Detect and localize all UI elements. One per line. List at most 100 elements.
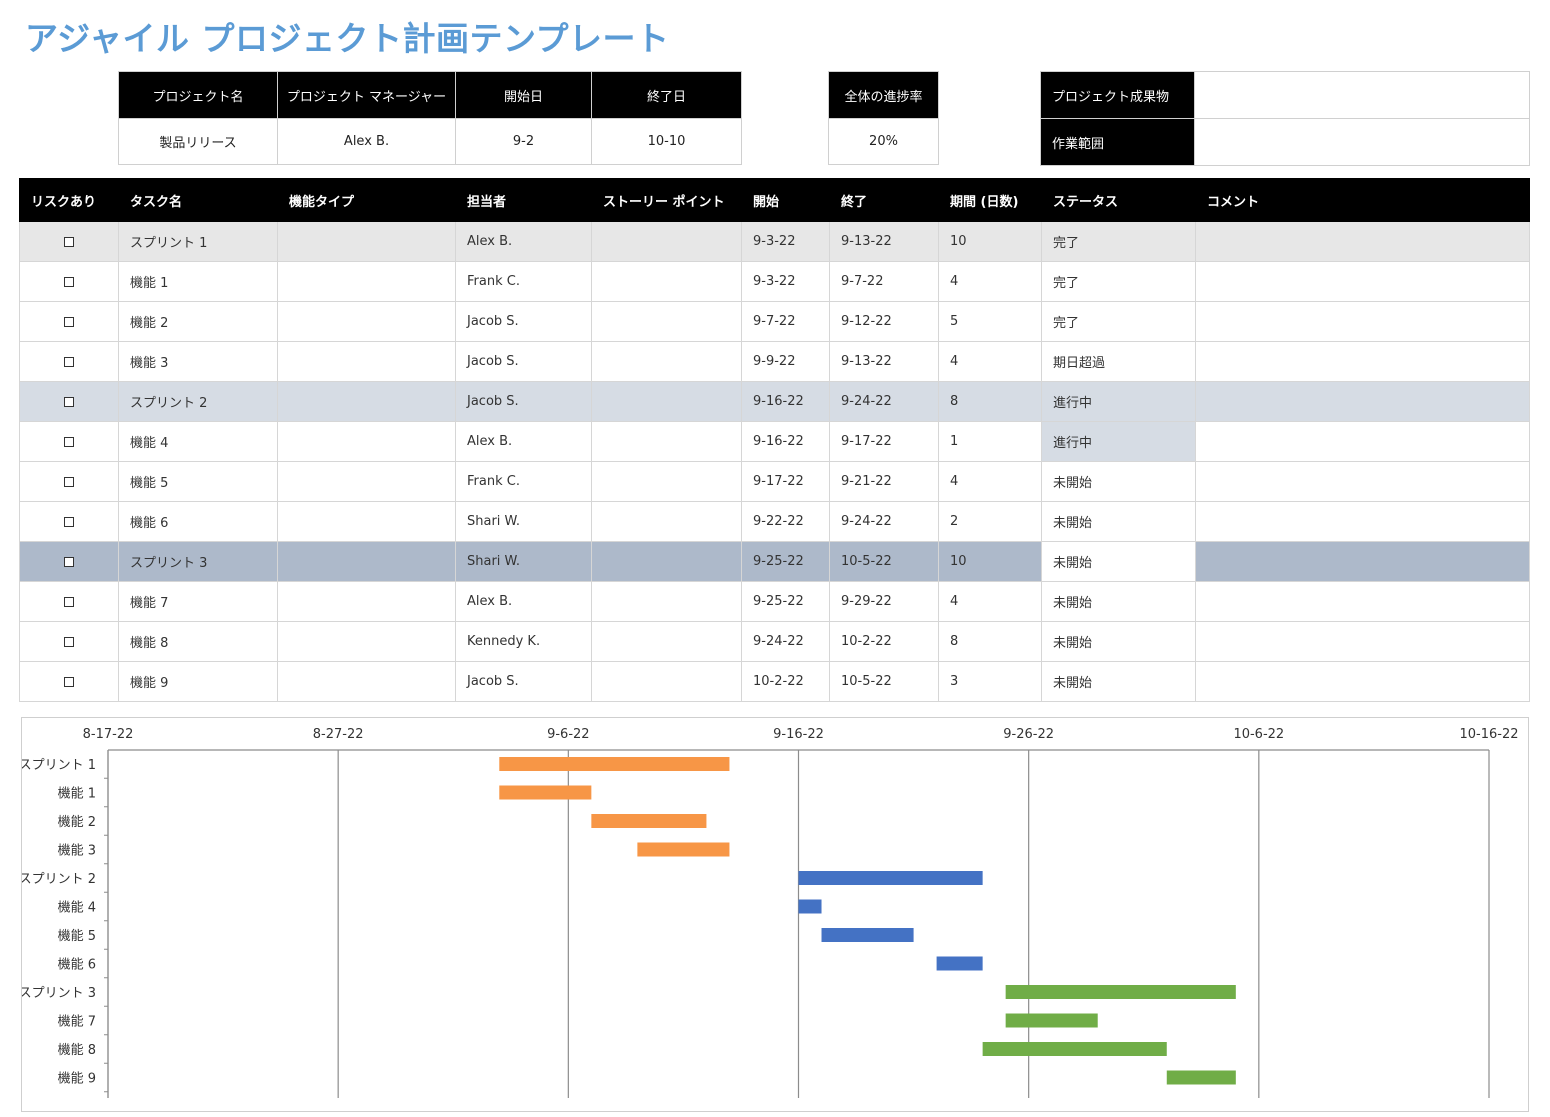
end-cell[interactable]: 9-24-22 [829,381,939,422]
start-cell[interactable]: 9-25-22 [741,581,830,622]
start-date-cell[interactable]: 9-2 [455,118,592,165]
comment-cell[interactable] [1195,421,1530,462]
start-cell[interactable]: 9-22-22 [741,501,830,542]
risk-checkbox[interactable] [64,516,74,527]
end-date-cell[interactable]: 10-10 [591,118,742,165]
risk-checkbox[interactable] [64,676,74,687]
feature-type-cell[interactable] [277,661,456,702]
feature-type-cell[interactable] [277,341,456,382]
end-cell[interactable]: 9-13-22 [829,341,939,382]
story-points-cell[interactable] [591,381,742,422]
risk-checkbox-cell[interactable] [19,461,119,502]
start-cell[interactable]: 9-3-22 [741,261,830,302]
story-points-cell[interactable] [591,661,742,702]
feature-type-cell[interactable] [277,501,456,542]
status-cell[interactable]: 進行中 [1041,421,1196,462]
feature-type-cell[interactable] [277,421,456,462]
owner-cell[interactable]: Frank C. [455,261,592,302]
duration-cell[interactable]: 3 [938,661,1042,702]
comment-cell[interactable] [1195,501,1530,542]
task-name-cell[interactable]: スプリント 2 [118,381,278,422]
story-points-cell[interactable] [591,221,742,262]
feature-type-cell[interactable] [277,301,456,342]
task-name-cell[interactable]: スプリント 1 [118,221,278,262]
deliverables-value-cell[interactable] [1194,71,1530,119]
end-cell[interactable]: 9-29-22 [829,581,939,622]
status-cell[interactable]: 未開始 [1041,621,1196,662]
comment-cell[interactable] [1195,581,1530,622]
story-points-cell[interactable] [591,501,742,542]
risk-checkbox-cell[interactable] [19,221,119,262]
task-name-cell[interactable]: 機能 7 [118,581,278,622]
comment-cell[interactable] [1195,261,1530,302]
duration-cell[interactable]: 5 [938,301,1042,342]
end-cell[interactable]: 9-13-22 [829,221,939,262]
task-name-cell[interactable]: 機能 1 [118,261,278,302]
risk-checkbox-cell[interactable] [19,261,119,302]
risk-checkbox[interactable] [64,596,74,607]
feature-type-cell[interactable] [277,621,456,662]
task-name-cell[interactable]: 機能 3 [118,341,278,382]
status-cell[interactable]: 未開始 [1041,541,1196,582]
comment-cell[interactable] [1195,341,1530,382]
start-cell[interactable]: 9-16-22 [741,421,830,462]
start-cell[interactable]: 9-17-22 [741,461,830,502]
status-cell[interactable]: 完了 [1041,221,1196,262]
owner-cell[interactable]: Frank C. [455,461,592,502]
owner-cell[interactable]: Kennedy K. [455,621,592,662]
comment-cell[interactable] [1195,541,1530,582]
risk-checkbox-cell[interactable] [19,301,119,342]
start-cell[interactable]: 10-2-22 [741,661,830,702]
start-cell[interactable]: 9-25-22 [741,541,830,582]
risk-checkbox-cell[interactable] [19,621,119,662]
start-cell[interactable]: 9-24-22 [741,621,830,662]
feature-type-cell[interactable] [277,541,456,582]
duration-cell[interactable]: 4 [938,581,1042,622]
duration-cell[interactable]: 8 [938,381,1042,422]
risk-checkbox-cell[interactable] [19,661,119,702]
risk-checkbox-cell[interactable] [19,421,119,462]
risk-checkbox-cell[interactable] [19,341,119,382]
risk-checkbox[interactable] [64,476,74,487]
comment-cell[interactable] [1195,381,1530,422]
story-points-cell[interactable] [591,301,742,342]
status-cell[interactable]: 未開始 [1041,581,1196,622]
task-name-cell[interactable]: 機能 4 [118,421,278,462]
status-cell[interactable]: 完了 [1041,261,1196,302]
duration-cell[interactable]: 1 [938,421,1042,462]
owner-cell[interactable]: Shari W. [455,501,592,542]
end-cell[interactable]: 10-2-22 [829,621,939,662]
task-name-cell[interactable]: 機能 2 [118,301,278,342]
end-cell[interactable]: 10-5-22 [829,661,939,702]
status-cell[interactable]: 完了 [1041,301,1196,342]
owner-cell[interactable]: Shari W. [455,541,592,582]
risk-checkbox-cell[interactable] [19,381,119,422]
start-cell[interactable]: 9-7-22 [741,301,830,342]
story-points-cell[interactable] [591,541,742,582]
feature-type-cell[interactable] [277,581,456,622]
feature-type-cell[interactable] [277,261,456,302]
task-name-cell[interactable]: 機能 6 [118,501,278,542]
task-name-cell[interactable]: スプリント 3 [118,541,278,582]
comment-cell[interactable] [1195,461,1530,502]
task-name-cell[interactable]: 機能 8 [118,621,278,662]
start-cell[interactable]: 9-3-22 [741,221,830,262]
risk-checkbox-cell[interactable] [19,581,119,622]
status-cell[interactable]: 未開始 [1041,461,1196,502]
end-cell[interactable]: 9-21-22 [829,461,939,502]
risk-checkbox-cell[interactable] [19,541,119,582]
feature-type-cell[interactable] [277,461,456,502]
story-points-cell[interactable] [591,261,742,302]
duration-cell[interactable]: 10 [938,541,1042,582]
end-cell[interactable]: 10-5-22 [829,541,939,582]
duration-cell[interactable]: 8 [938,621,1042,662]
risk-checkbox[interactable] [64,356,74,367]
comment-cell[interactable] [1195,301,1530,342]
scope-value-cell[interactable] [1194,118,1530,166]
risk-checkbox[interactable] [64,276,74,287]
feature-type-cell[interactable] [277,221,456,262]
status-cell[interactable]: 進行中 [1041,381,1196,422]
end-cell[interactable]: 9-24-22 [829,501,939,542]
owner-cell[interactable]: Jacob S. [455,301,592,342]
end-cell[interactable]: 9-12-22 [829,301,939,342]
